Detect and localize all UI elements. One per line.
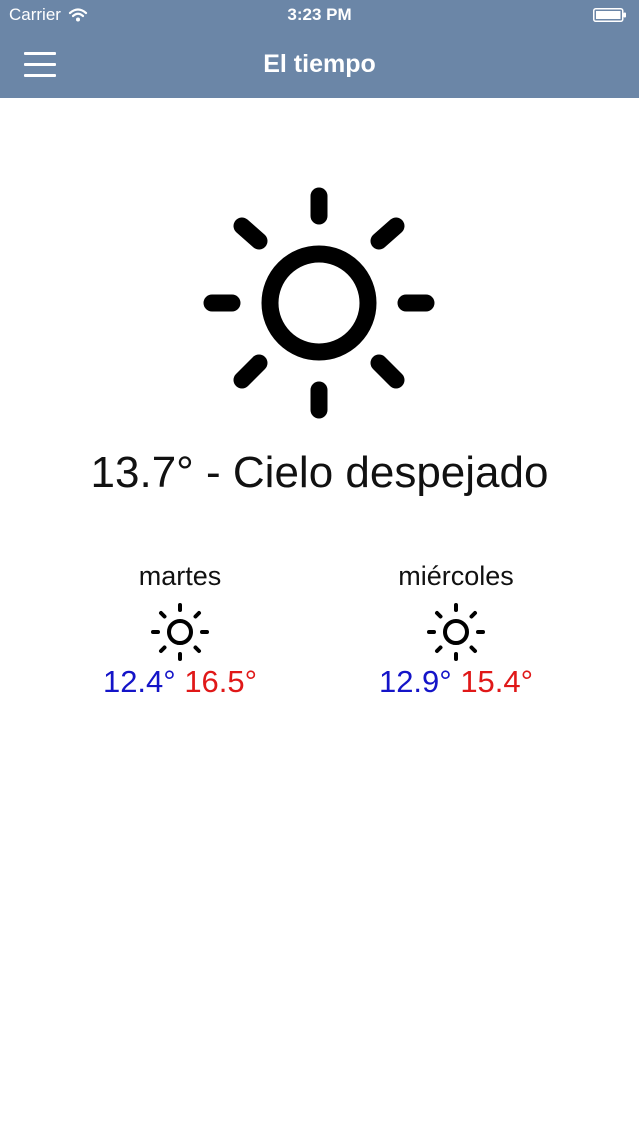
page-title: El tiempo <box>263 50 376 78</box>
current-condition: Cielo despejado <box>232 448 549 497</box>
navigation-bar: El tiempo <box>0 32 639 98</box>
max-temperature: 16.5° <box>184 664 258 699</box>
forecast-day-tuesday: martes 12.4° 16.5° <box>70 558 290 702</box>
sun-icon <box>203 187 435 419</box>
sun-icon <box>151 603 209 661</box>
forecast-temps: 12.4° 16.5° <box>70 662 290 702</box>
min-temperature: 12.9° <box>378 664 452 699</box>
max-temperature: 15.4° <box>460 664 534 699</box>
sun-icon <box>427 603 485 661</box>
separator: - <box>193 448 233 497</box>
forecast-temps: 12.9° 15.4° <box>346 662 566 702</box>
current-temperature: 13.7° <box>90 448 194 497</box>
battery-icon <box>593 8 626 22</box>
min-temperature: 12.4° <box>102 664 176 699</box>
top-bar: Carrier 3:23 PM El tiempo <box>0 0 639 98</box>
forecast-day-name: miércoles <box>398 561 514 591</box>
current-weather: 13.7° - Cielo despejado <box>0 448 639 498</box>
status-time: 3:23 PM <box>287 5 352 24</box>
status-bar: Carrier 3:23 PM <box>0 0 639 32</box>
forecast-day-wednesday: miércoles 12.9° 15.4° <box>346 558 566 702</box>
forecast-day-name: martes <box>138 561 222 591</box>
